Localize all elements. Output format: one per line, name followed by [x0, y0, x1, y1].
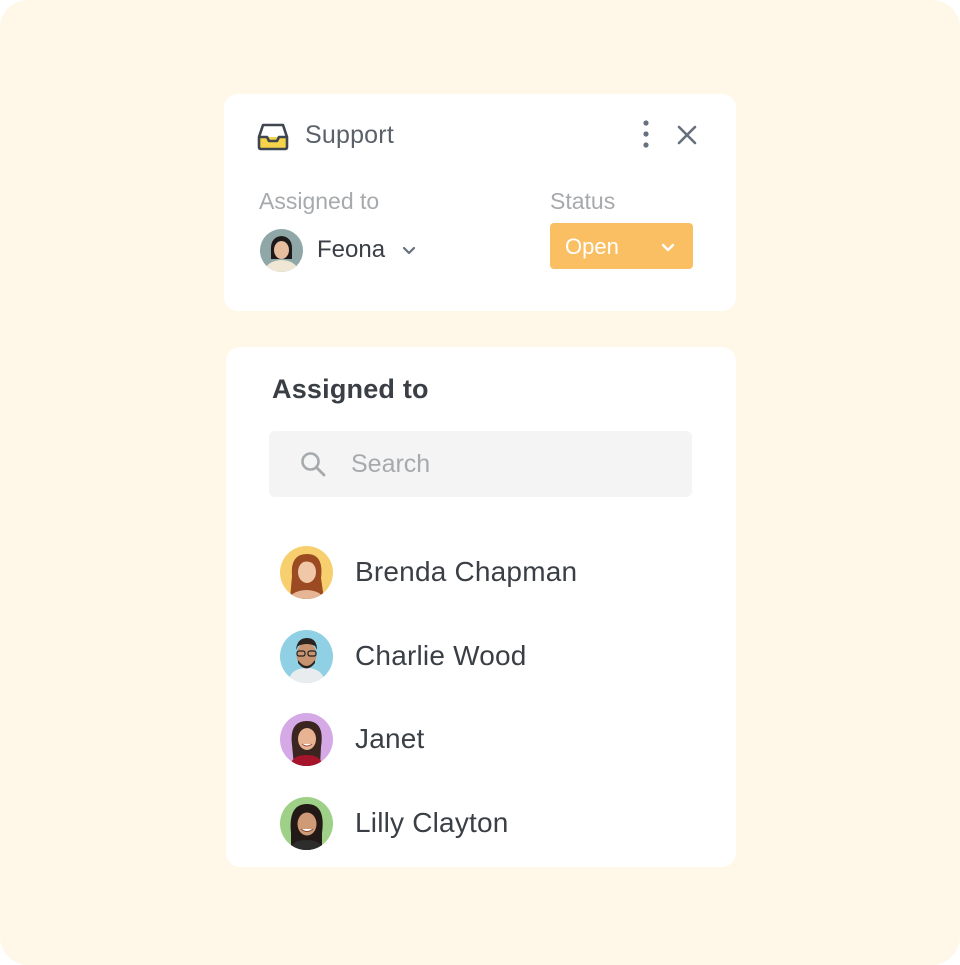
ticket-title: Support [305, 121, 394, 149]
close-icon[interactable] [674, 122, 700, 148]
person-name: Charlie Wood [355, 639, 527, 671]
avatar [280, 713, 333, 767]
panel-heading: Assigned to [272, 374, 429, 404]
status-dropdown[interactable]: Open [550, 223, 693, 269]
avatar [280, 629, 333, 683]
person-name: Lilly Clayton [355, 807, 509, 839]
more-vertical-icon[interactable] [636, 118, 656, 152]
assignee-dropdown[interactable]: Feona [260, 228, 417, 272]
avatar [260, 228, 303, 272]
assigned-to-label: Assigned to [259, 188, 380, 214]
people-list: Brenda Chapman Charlie Wood Janet Lilly … [280, 546, 700, 881]
ticket-card: Support Assigned to Status Feona Open [224, 94, 736, 311]
person-name: Brenda Chapman [355, 556, 578, 587]
person-name: Janet [355, 723, 425, 755]
search-icon [300, 451, 326, 477]
avatar [280, 546, 333, 599]
list-item[interactable]: Brenda Chapman [280, 546, 700, 630]
status-label: Status [550, 188, 616, 214]
assignee-name: Feona [317, 236, 386, 263]
search-box[interactable] [269, 431, 692, 497]
search-input[interactable] [351, 445, 671, 483]
list-item[interactable]: Janet [280, 713, 700, 797]
chevron-down-icon [401, 242, 417, 258]
list-item[interactable]: Lilly Clayton [280, 797, 700, 881]
chevron-down-icon [660, 239, 676, 255]
assign-panel: Assigned to Search Brenda Chapman Charli… [226, 347, 736, 867]
status-value: Open [565, 234, 619, 259]
list-item[interactable]: Charlie Wood [280, 629, 700, 714]
avatar [280, 797, 333, 851]
inbox-icon [257, 121, 289, 151]
